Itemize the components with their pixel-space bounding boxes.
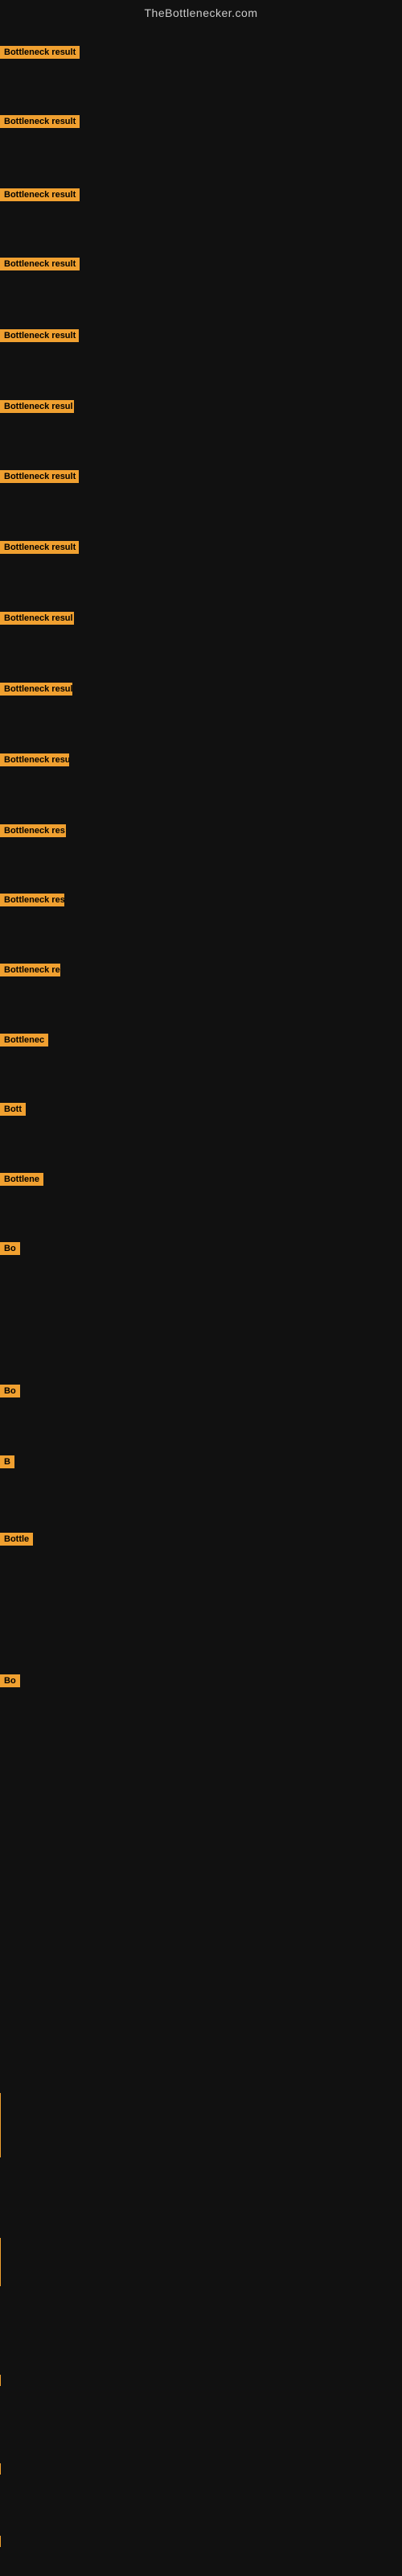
- bottleneck-badge: Bott: [0, 1103, 26, 1116]
- bottleneck-badge: Bottleneck result: [0, 541, 79, 554]
- bottleneck-badge: Bottleneck resu: [0, 753, 69, 766]
- bottleneck-badge: Bottlene: [0, 1173, 43, 1186]
- bottleneck-badge: Bo: [0, 1385, 20, 1397]
- result-line: [0, 2093, 1, 2157]
- result-line: [0, 2375, 1, 2386]
- site-title: TheBottlenecker.com: [0, 0, 402, 23]
- bottleneck-badge: Bottleneck re: [0, 964, 60, 976]
- bottleneck-badge: Bottleneck result: [0, 46, 80, 59]
- result-line: [0, 2238, 1, 2286]
- bottleneck-badge: Bottleneck resul: [0, 683, 72, 696]
- bottleneck-badge: Bo: [0, 1242, 20, 1255]
- bottleneck-badge: Bottle: [0, 1533, 33, 1546]
- bottleneck-badge: B: [0, 1455, 14, 1468]
- bottleneck-badge: Bottleneck res: [0, 824, 66, 837]
- bottleneck-badge: Bottleneck result: [0, 188, 80, 201]
- bottleneck-badge: Bottleneck resul: [0, 400, 74, 413]
- bottleneck-badge: Bottlenec: [0, 1034, 48, 1046]
- result-line: [0, 2463, 1, 2475]
- result-line: [0, 2536, 1, 2547]
- bottleneck-badge: Bottleneck res: [0, 894, 64, 906]
- bottleneck-badge: Bottleneck result: [0, 329, 79, 342]
- bottleneck-badge: Bottleneck result: [0, 258, 80, 270]
- bottleneck-badge: Bottleneck result: [0, 115, 80, 128]
- bottleneck-badge: Bo: [0, 1674, 20, 1687]
- bottleneck-badge: Bottleneck resul: [0, 612, 74, 625]
- bottleneck-badge: Bottleneck result: [0, 470, 79, 483]
